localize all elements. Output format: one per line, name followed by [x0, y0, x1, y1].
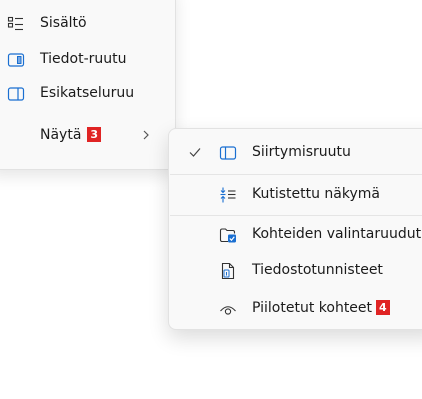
navigation-pane-icon [219, 146, 237, 160]
compact-view-icon [220, 187, 236, 203]
menu-item-sisalto[interactable]: Sisältö [0, 7, 175, 41]
file-extension-icon [221, 262, 235, 280]
submenu-item-label: Siirtymisruutu [252, 144, 351, 160]
submenu-item-label: Piilotetut kohteet 4 [252, 300, 390, 316]
submenu-item-kutistettu-nakyma[interactable]: Kutistettu näkymä [169, 178, 422, 212]
submenu-item-label: Tiedostotunnisteet [252, 262, 383, 278]
menu-item-nayta[interactable]: Näytä 3 [0, 119, 175, 153]
menu-item-label: Sisältö [40, 15, 87, 31]
details-pane-icon [7, 53, 25, 67]
menu-item-esikatseluruutu[interactable]: Esikatseluruu [0, 77, 175, 111]
step-badge: 4 [376, 300, 390, 315]
menu-item-label: Näytä 3 [40, 127, 102, 143]
piilotetut-label: Piilotetut kohteet [252, 300, 373, 316]
chevron-right-icon [143, 130, 149, 140]
submenu-item-piilotetut-kohteet[interactable]: Piilotetut kohteet 4 [169, 292, 422, 326]
submenu-item-tiedostotunnisteet[interactable]: Tiedostotunnisteet [169, 254, 422, 288]
preview-pane-icon [7, 87, 25, 101]
view-menu: Sisältö Tiedot-ruutu Esikatseluruu Näytä… [0, 0, 176, 170]
show-submenu: Siirtymisruutu Kutistettu näkymä Kohteid… [168, 128, 422, 330]
submenu-item-siirtymisruutu[interactable]: Siirtymisruutu [169, 136, 422, 170]
separator [170, 174, 422, 175]
menu-item-label: Tiedot-ruutu [40, 51, 127, 67]
separator [170, 215, 422, 216]
step-badge: 3 [87, 127, 102, 142]
menu-item-tiedot-ruutu[interactable]: Tiedot-ruutu [0, 43, 175, 77]
item-checkboxes-icon [219, 228, 236, 243]
submenu-item-kohteiden-valintaruudut[interactable]: Kohteiden valintaruudut [169, 218, 422, 252]
content-list-icon [7, 16, 23, 31]
hidden-items-eye-icon [220, 306, 236, 315]
submenu-item-label: Kutistettu näkymä [252, 186, 380, 202]
menu-item-label: Esikatseluruu [40, 85, 135, 101]
checkmark-icon [189, 148, 201, 157]
nayta-label: Näytä [40, 127, 82, 143]
submenu-item-label: Kohteiden valintaruudut [252, 226, 422, 242]
